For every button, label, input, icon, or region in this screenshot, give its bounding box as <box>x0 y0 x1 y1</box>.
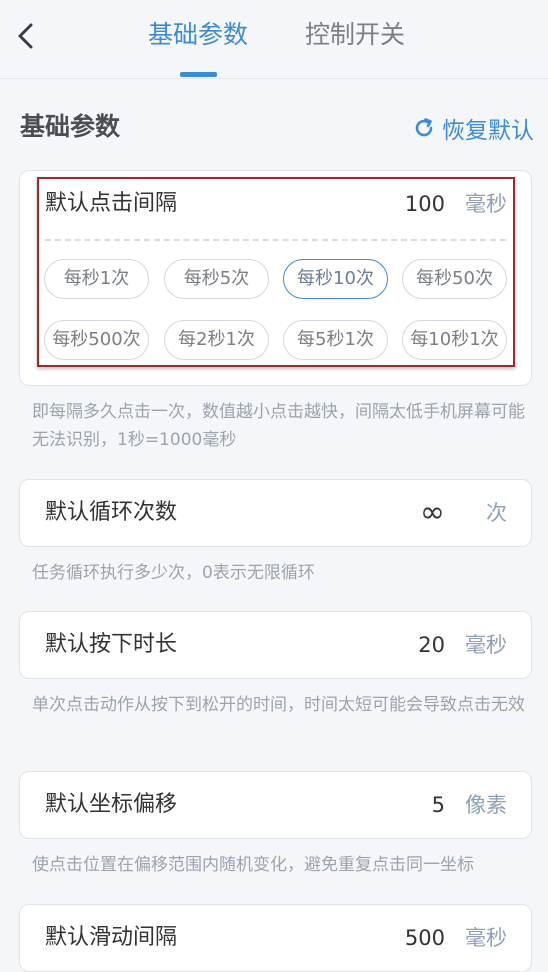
press-hint: 单次点击动作从按下到松开的时间，时间太短可能会导致点击无效 <box>32 695 525 715</box>
tab-basic-params[interactable]: 基础参数 <box>148 18 248 52</box>
preset-chip[interactable]: 每2秒1次 <box>164 320 269 360</box>
preset-chip[interactable]: 每秒1次 <box>44 259 149 299</box>
swipe-unit: 毫秒 <box>465 926 507 950</box>
restore-defaults-label: 恢复默认 <box>442 118 534 144</box>
loop-label: 默认循环次数 <box>45 500 178 525</box>
loop-value-input[interactable]: ∞ <box>420 480 445 546</box>
press-card: 默认按下时长 20 毫秒 <box>19 611 532 679</box>
interval-value-input[interactable]: 100 <box>405 171 445 237</box>
preset-chip[interactable]: 每秒5次 <box>164 259 269 299</box>
loop-card: 默认循环次数 ∞ 次 <box>19 479 532 547</box>
offset-label: 默认坐标偏移 <box>45 792 178 817</box>
preset-chip[interactable]: 每秒50次 <box>402 259 507 299</box>
offset-value-input[interactable]: 5 <box>432 772 445 838</box>
refresh-icon <box>415 118 433 137</box>
swipe-card: 默认滑动间隔 500 毫秒 <box>19 904 532 972</box>
preset-chip-selected[interactable]: 每秒10次 <box>283 259 388 299</box>
restore-defaults-button[interactable]: 恢复默认 <box>412 112 534 144</box>
interval-hint: 即每隔多久点击一次，数值越小点击越快，间隔太低手机屏幕可能无法识别，1秒=100… <box>32 402 525 450</box>
offset-unit: 像素 <box>465 793 507 817</box>
preset-chip[interactable]: 每秒500次 <box>44 320 149 360</box>
interval-card: 默认点击间隔 100 毫秒 每秒1次 每秒5次 每秒10次 每秒50次 每秒50… <box>19 170 532 386</box>
offset-card: 默认坐标偏移 5 像素 <box>19 771 532 839</box>
press-value-input[interactable]: 20 <box>418 612 445 678</box>
interval-unit: 毫秒 <box>465 192 507 216</box>
press-label: 默认按下时长 <box>45 632 178 657</box>
swipe-label: 默认滑动间隔 <box>45 925 178 950</box>
dashed-divider <box>45 239 506 241</box>
preset-chip[interactable]: 每10秒1次 <box>402 320 507 360</box>
swipe-value-input[interactable]: 500 <box>405 905 445 971</box>
loop-hint: 任务循环执行多少次，0表示无限循环 <box>32 563 315 583</box>
back-chevron-icon[interactable] <box>14 22 40 50</box>
tab-control-switches[interactable]: 控制开关 <box>305 18 405 52</box>
active-tab-indicator <box>180 72 217 77</box>
preset-chip[interactable]: 每5秒1次 <box>283 320 388 360</box>
top-bar: 基础参数 控制开关 <box>0 0 548 79</box>
loop-unit: 次 <box>486 501 507 525</box>
section-title: 基础参数 <box>20 112 121 141</box>
interval-label: 默认点击间隔 <box>45 191 178 216</box>
offset-hint: 使点击位置在偏移范围内随机变化，避免重复点击同一坐标 <box>32 855 474 875</box>
press-unit: 毫秒 <box>465 633 507 657</box>
